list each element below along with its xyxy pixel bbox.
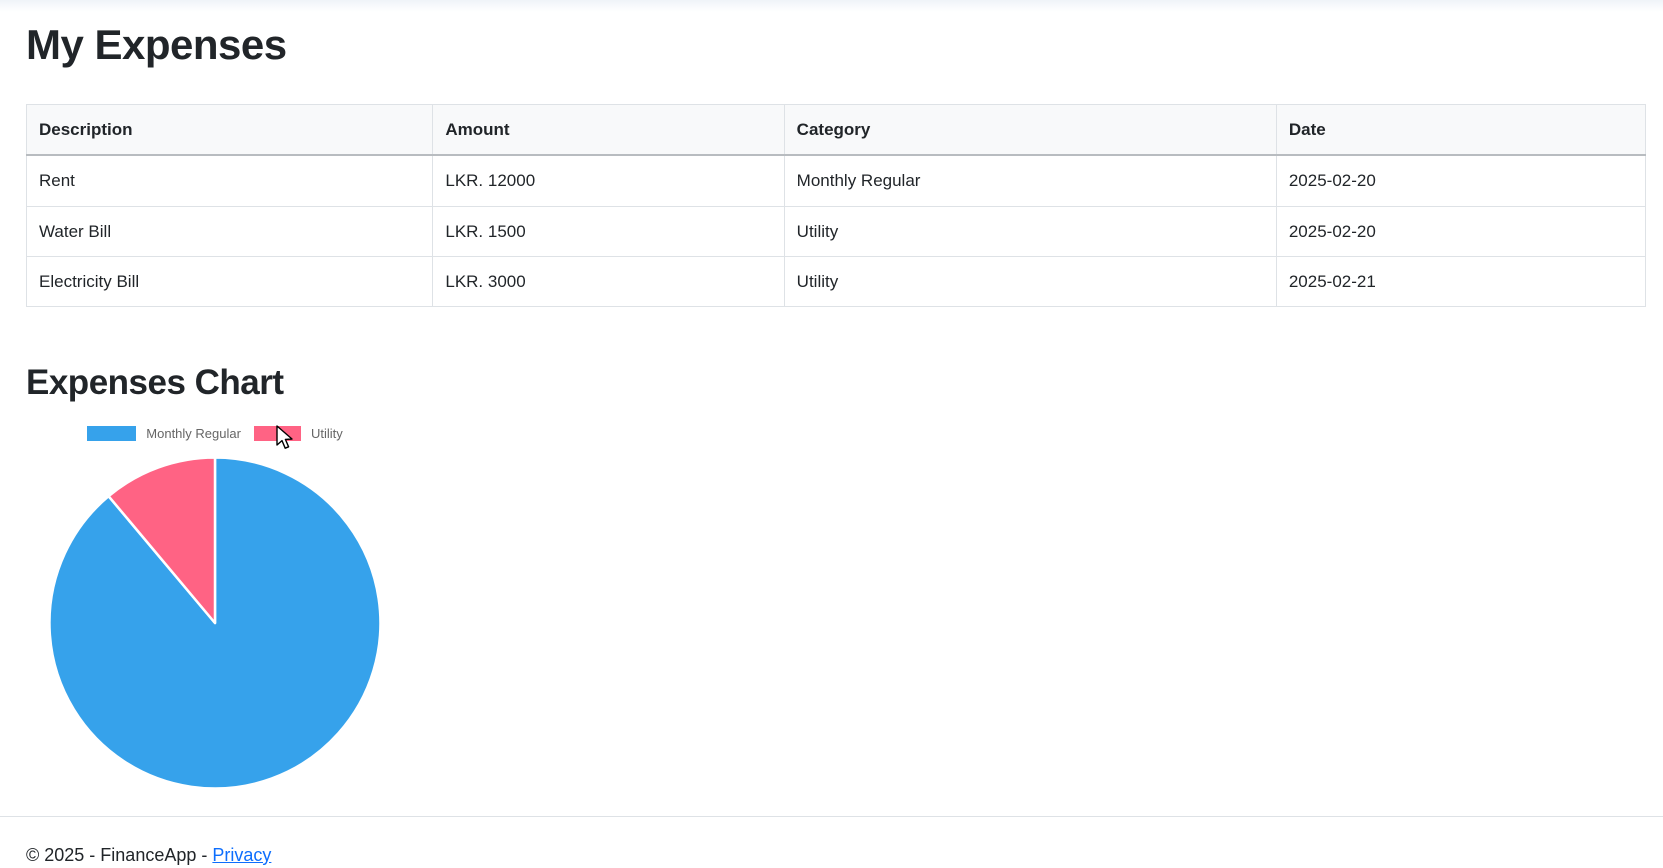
cell-amount: LKR. 3000 [432, 255, 785, 308]
column-header-date: Date [1275, 104, 1647, 157]
footer: © 2025 - FinanceApp - Privacy [0, 815, 1663, 868]
legend-item-utility[interactable]: Utility [253, 426, 343, 442]
chart-heading: Expenses Chart [26, 363, 284, 403]
cell-category: Monthly Regular [783, 154, 1277, 207]
cell-date: 2025-02-20 [1275, 205, 1647, 257]
column-header-category: Category [783, 104, 1277, 157]
column-header-description: Description [25, 104, 434, 157]
legend-item-monthly-regular[interactable]: Monthly Regular [87, 426, 241, 442]
expenses-pie-chart: Monthly Regular Utility [26, 424, 404, 796]
cell-date: 2025-02-21 [1275, 255, 1647, 308]
cell-date: 2025-02-20 [1275, 154, 1647, 207]
cell-description: Water Bill [25, 205, 434, 257]
table-header-row: Description Amount Category Date [25, 104, 1647, 157]
expenses-table: Description Amount Category Date Rent LK… [25, 104, 1647, 308]
legend-label: Monthly Regular [146, 426, 241, 442]
legend-swatch-pink [253, 426, 301, 442]
cell-description: Electricity Bill [25, 255, 434, 308]
pie-chart [48, 455, 382, 790]
copyright-text: © 2025 - FinanceApp - [26, 844, 213, 865]
cell-description: Rent [25, 154, 434, 207]
privacy-link[interactable]: Privacy [212, 845, 271, 865]
chart-legend: Monthly Regular Utility [26, 426, 404, 442]
cell-amount: LKR. 12000 [432, 154, 785, 207]
main-content: My Expenses Description Amount Category … [0, 21, 1663, 796]
legend-label: Utility [310, 426, 343, 442]
table-row: Rent LKR. 12000 Monthly Regular 2025-02-… [25, 154, 1647, 207]
column-header-amount: Amount [432, 104, 785, 157]
cell-category: Utility [783, 255, 1277, 308]
cell-amount: LKR. 1500 [432, 205, 785, 257]
top-page-gradient [0, 0, 1663, 12]
cell-category: Utility [783, 205, 1277, 257]
legend-swatch-blue [87, 426, 137, 442]
table-row: Electricity Bill LKR. 3000 Utility 2025-… [25, 255, 1647, 308]
table-row: Water Bill LKR. 1500 Utility 2025-02-20 [25, 205, 1647, 257]
pie-chart-canvas [47, 455, 383, 796]
page-title: My Expenses [26, 21, 287, 68]
